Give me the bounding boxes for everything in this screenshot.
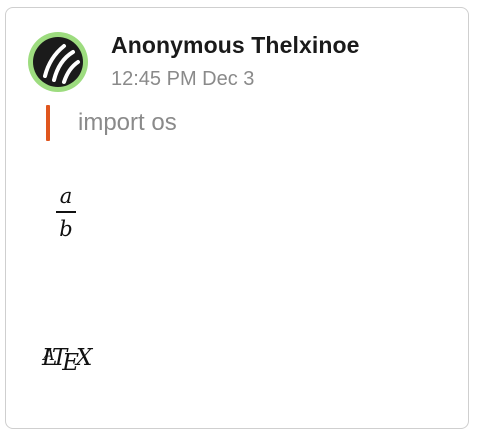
author-name: Anonymous Thelxinoe (111, 32, 360, 58)
fraction-denominator: b (59, 216, 73, 241)
math-fraction: a b (56, 184, 76, 241)
message-timestamp: 12:45 PM Dec 3 (111, 68, 255, 90)
fraction-bar (56, 211, 76, 213)
avatar-stripes-icon[interactable] (26, 30, 90, 94)
latex-letter-x: X (75, 345, 93, 371)
blockquote-text: import os (78, 109, 177, 136)
latex-logo: LATEX (42, 345, 92, 376)
message-card: Anonymous Thelxinoe 12:45 PM Dec 3 impor… (5, 7, 469, 429)
fraction-numerator: a (59, 184, 73, 208)
blockquote-bar (46, 105, 50, 141)
blockquote: import os (46, 105, 177, 141)
